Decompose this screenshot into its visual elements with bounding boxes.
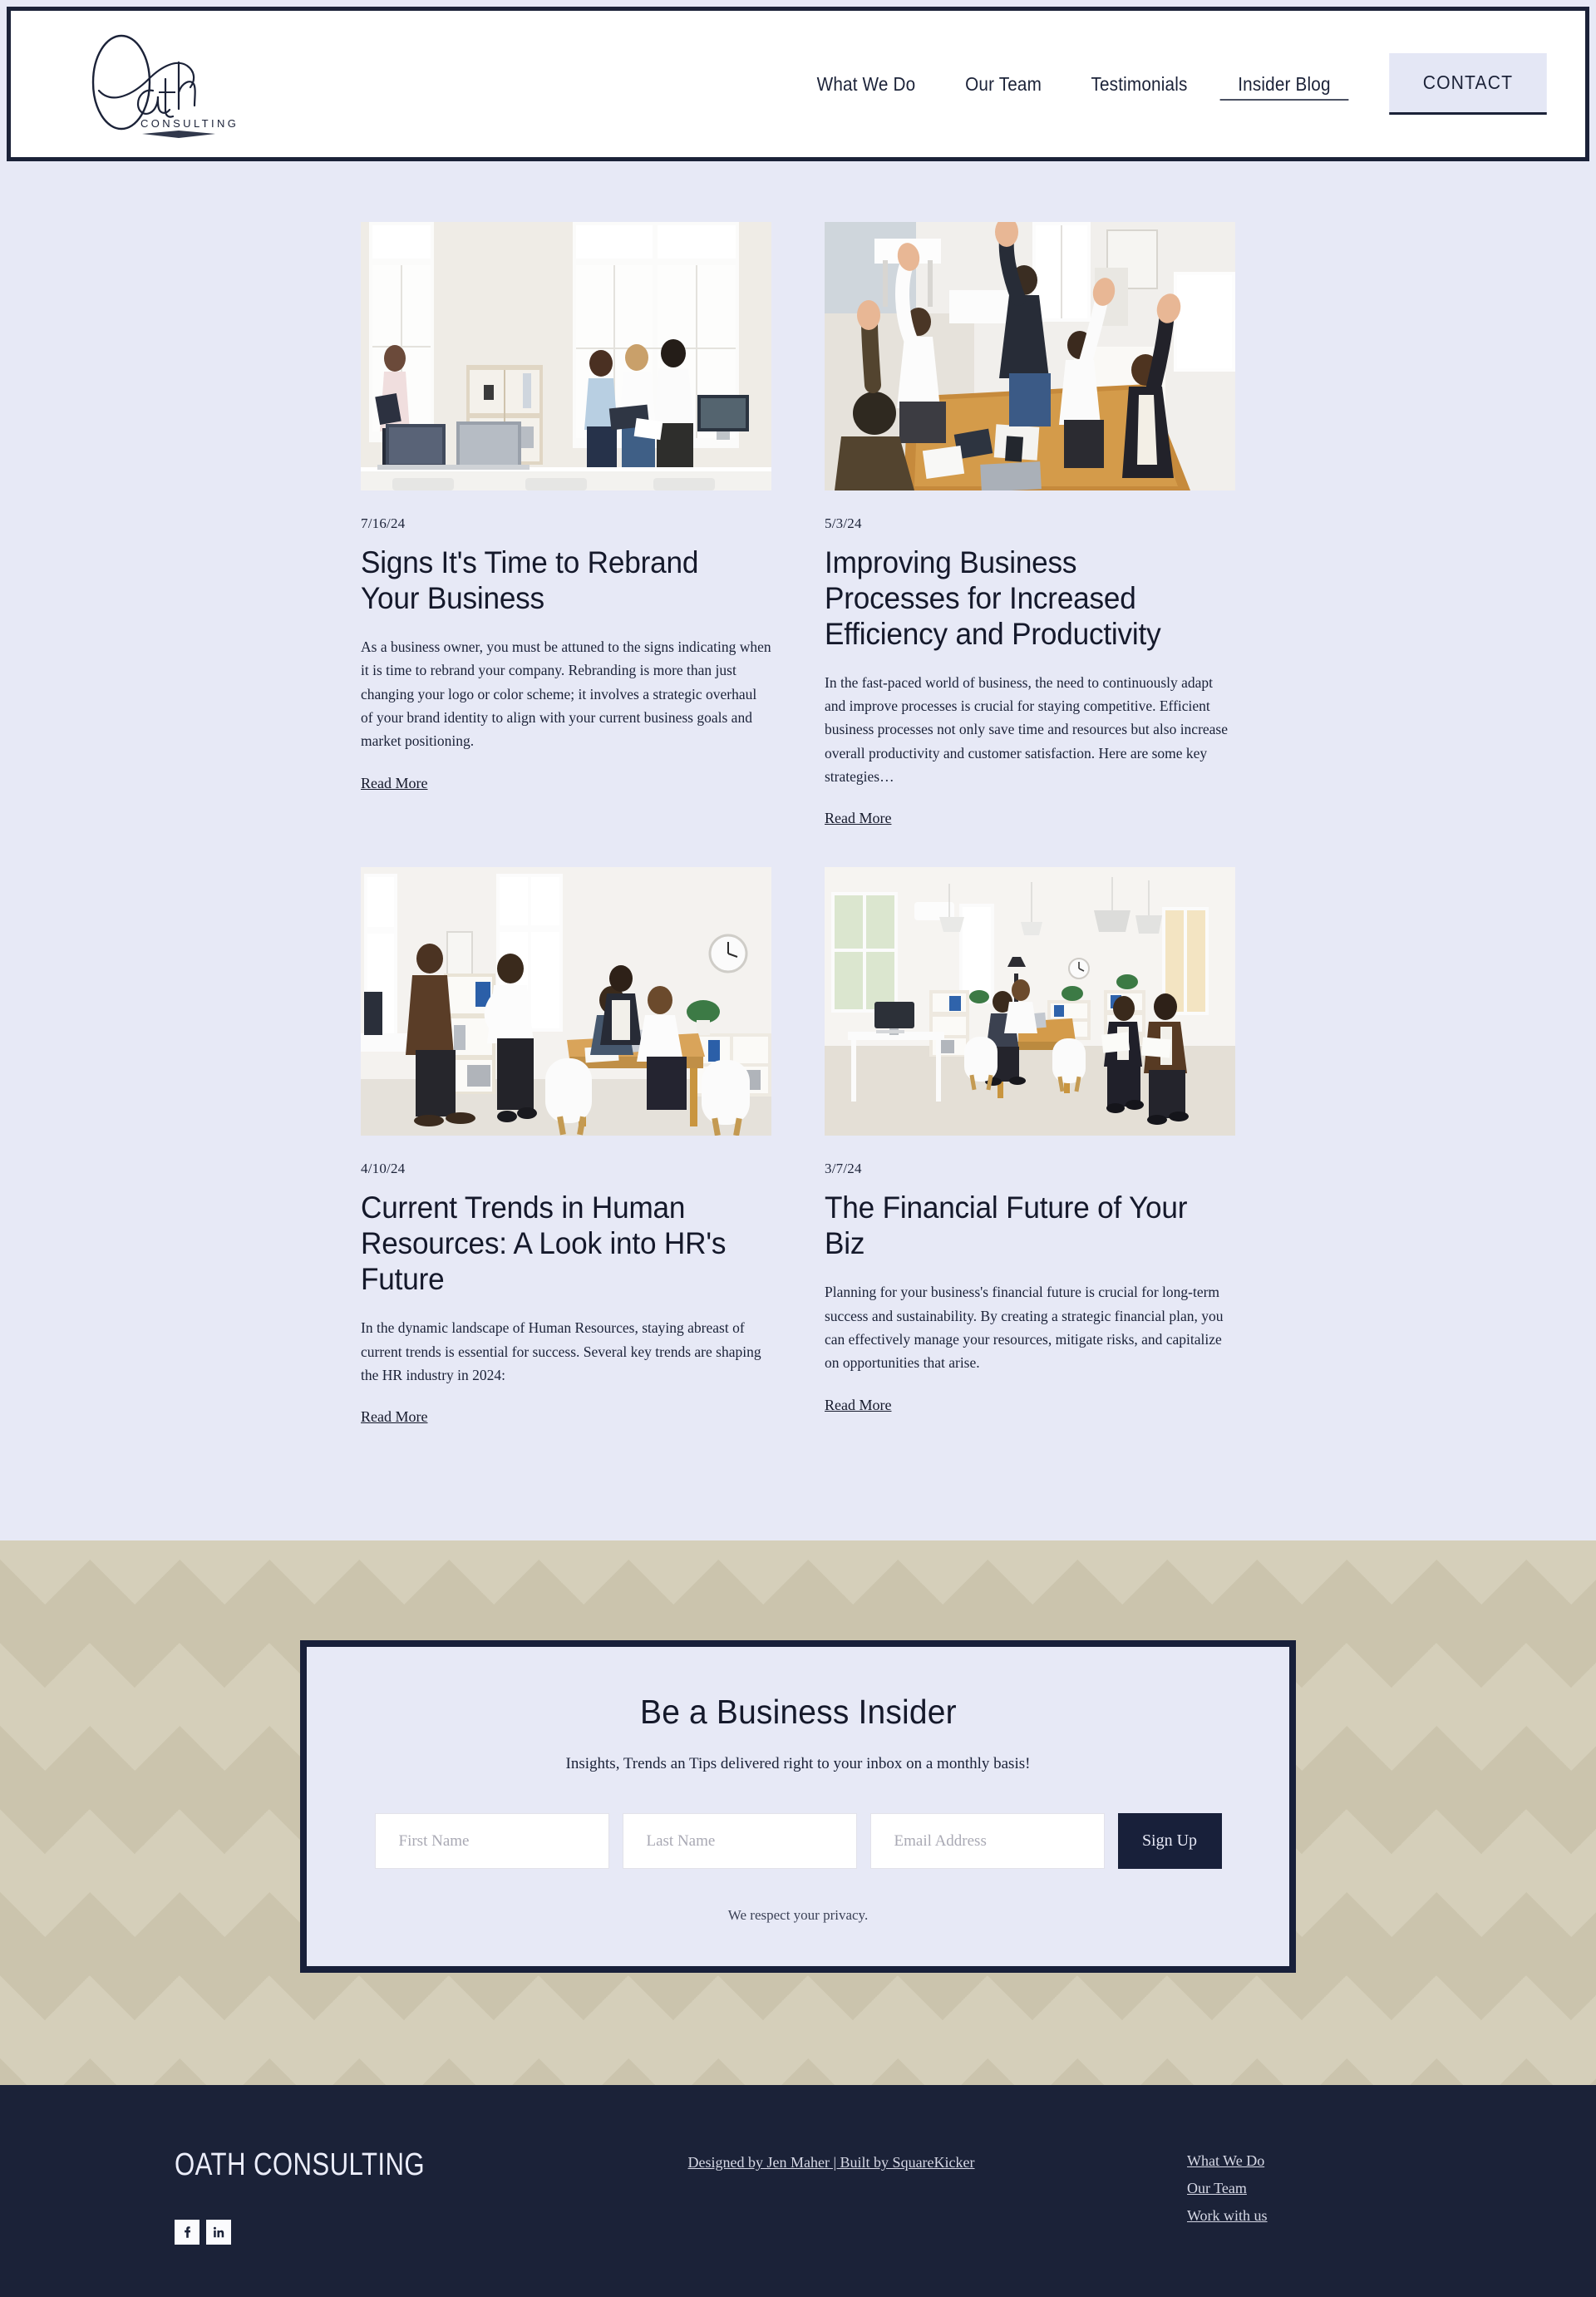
footer-brand-name: OATH CONSULTING — [175, 2147, 426, 2183]
linkedin-glyph — [213, 2226, 224, 2238]
office-conversation-photo — [361, 867, 771, 1136]
post-thumbnail-image[interactable] — [361, 867, 771, 1136]
blog-post-card: 3/7/24 The Financial Future of Your Biz … — [825, 867, 1235, 1453]
blog-grid: 7/16/24 Signs It's Time to Rebrand Your … — [361, 222, 1235, 1466]
header-bar: CONSULTING What We Do Our Team Testimoni… — [7, 7, 1589, 161]
social-links — [175, 2220, 574, 2245]
post-title[interactable]: Improving Business Processes for Increas… — [825, 545, 1214, 653]
first-name-input[interactable] — [374, 1813, 609, 1870]
post-thumbnail-image[interactable] — [361, 222, 771, 490]
post-title[interactable]: Signs It's Time to Rebrand Your Business — [361, 545, 751, 617]
site-logo[interactable]: CONSULTING — [69, 26, 285, 142]
footer-credit-link[interactable]: Designed by Jen Maher | Built by SquareK… — [574, 2147, 1089, 2171]
post-excerpt: Planning for your business's financial f… — [825, 1284, 1224, 1372]
blog-post-grid-section: 7/16/24 Signs It's Time to Rebrand Your … — [0, 164, 1596, 1541]
read-more-link[interactable]: Read More — [361, 1408, 427, 1426]
post-title[interactable]: Current Trends in Human Resources: A Loo… — [361, 1190, 751, 1298]
newsletter-signup-form: Sign Up — [374, 1813, 1222, 1870]
footer-link-work-with-us[interactable]: Work with us — [1187, 2207, 1268, 2225]
nav-item-our-team[interactable]: Our Team — [948, 68, 1060, 101]
footer-link-what-we-do[interactable]: What We Do — [1187, 2152, 1264, 2170]
email-input[interactable] — [869, 1813, 1105, 1870]
post-title[interactable]: The Financial Future of Your Biz — [825, 1190, 1214, 1262]
post-excerpt: In the dynamic landscape of Human Resour… — [361, 1319, 761, 1383]
nav-item-insider-blog[interactable]: Insider Blog — [1219, 68, 1349, 101]
post-date: 5/3/24 — [825, 515, 862, 531]
linkedin-icon[interactable] — [206, 2220, 231, 2245]
newsletter-subtitle: Insights, Trends an Tips delivered right… — [565, 1755, 1031, 1773]
post-date: 4/10/24 — [361, 1161, 406, 1177]
privacy-note: We respect your privacy. — [727, 1907, 869, 1924]
blog-post-card: 7/16/24 Signs It's Time to Rebrand Your … — [361, 222, 771, 832]
footer-nav-links: What We Do Our Team Work with us — [1089, 2147, 1421, 2225]
contact-button[interactable]: CONTACT — [1389, 53, 1547, 115]
newsletter-title: Be a Business Insider — [639, 1693, 957, 1732]
post-date: 7/16/24 — [361, 515, 406, 531]
post-thumbnail-image[interactable] — [825, 222, 1235, 490]
newsletter-section: Be a Business Insider Insights, Trends a… — [0, 1540, 1596, 2086]
newsletter-card: Be a Business Insider Insights, Trends a… — [300, 1640, 1296, 1974]
footer-link-our-team[interactable]: Our Team — [1187, 2180, 1247, 2197]
main-navigation: What We Do Our Team Testimonials Insider… — [791, 53, 1554, 115]
site-footer: OATH CONSULTING Designed by Jen Maher | … — [0, 2085, 1596, 2297]
logo-subtitle: CONSULTING — [140, 117, 239, 130]
blog-post-card: 4/10/24 Current Trends in Human Resource… — [361, 867, 771, 1466]
facebook-icon[interactable] — [175, 2220, 200, 2245]
post-excerpt: In the fast-paced world of business, the… — [825, 673, 1229, 786]
nav-item-what-we-do[interactable]: What We Do — [799, 68, 933, 101]
blog-post-card: 5/3/24 Improving Business Processes for … — [825, 222, 1235, 867]
sign-up-button[interactable]: Sign Up — [1117, 1813, 1222, 1870]
post-date: 3/7/24 — [825, 1161, 862, 1177]
oath-script-logo-icon: CONSULTING — [91, 34, 239, 138]
site-header: CONSULTING What We Do Our Team Testimoni… — [0, 0, 1596, 164]
read-more-link[interactable]: Read More — [825, 810, 891, 827]
footer-content: OATH CONSULTING Designed by Jen Maher | … — [175, 2147, 1421, 2245]
facebook-glyph — [185, 2226, 191, 2238]
footer-brand-column: OATH CONSULTING — [175, 2147, 574, 2245]
read-more-link[interactable]: Read More — [825, 1397, 891, 1414]
nav-item-testimonials[interactable]: Testimonials — [1073, 68, 1205, 101]
post-thumbnail-image[interactable] — [825, 867, 1235, 1136]
post-excerpt: As a business owner, you must be attuned… — [361, 638, 771, 750]
last-name-input[interactable] — [622, 1813, 857, 1870]
read-more-link[interactable]: Read More — [361, 775, 427, 792]
open-office-photo — [825, 867, 1235, 1136]
team-celebration-photo — [825, 222, 1235, 490]
office-meeting-photo — [361, 222, 771, 490]
